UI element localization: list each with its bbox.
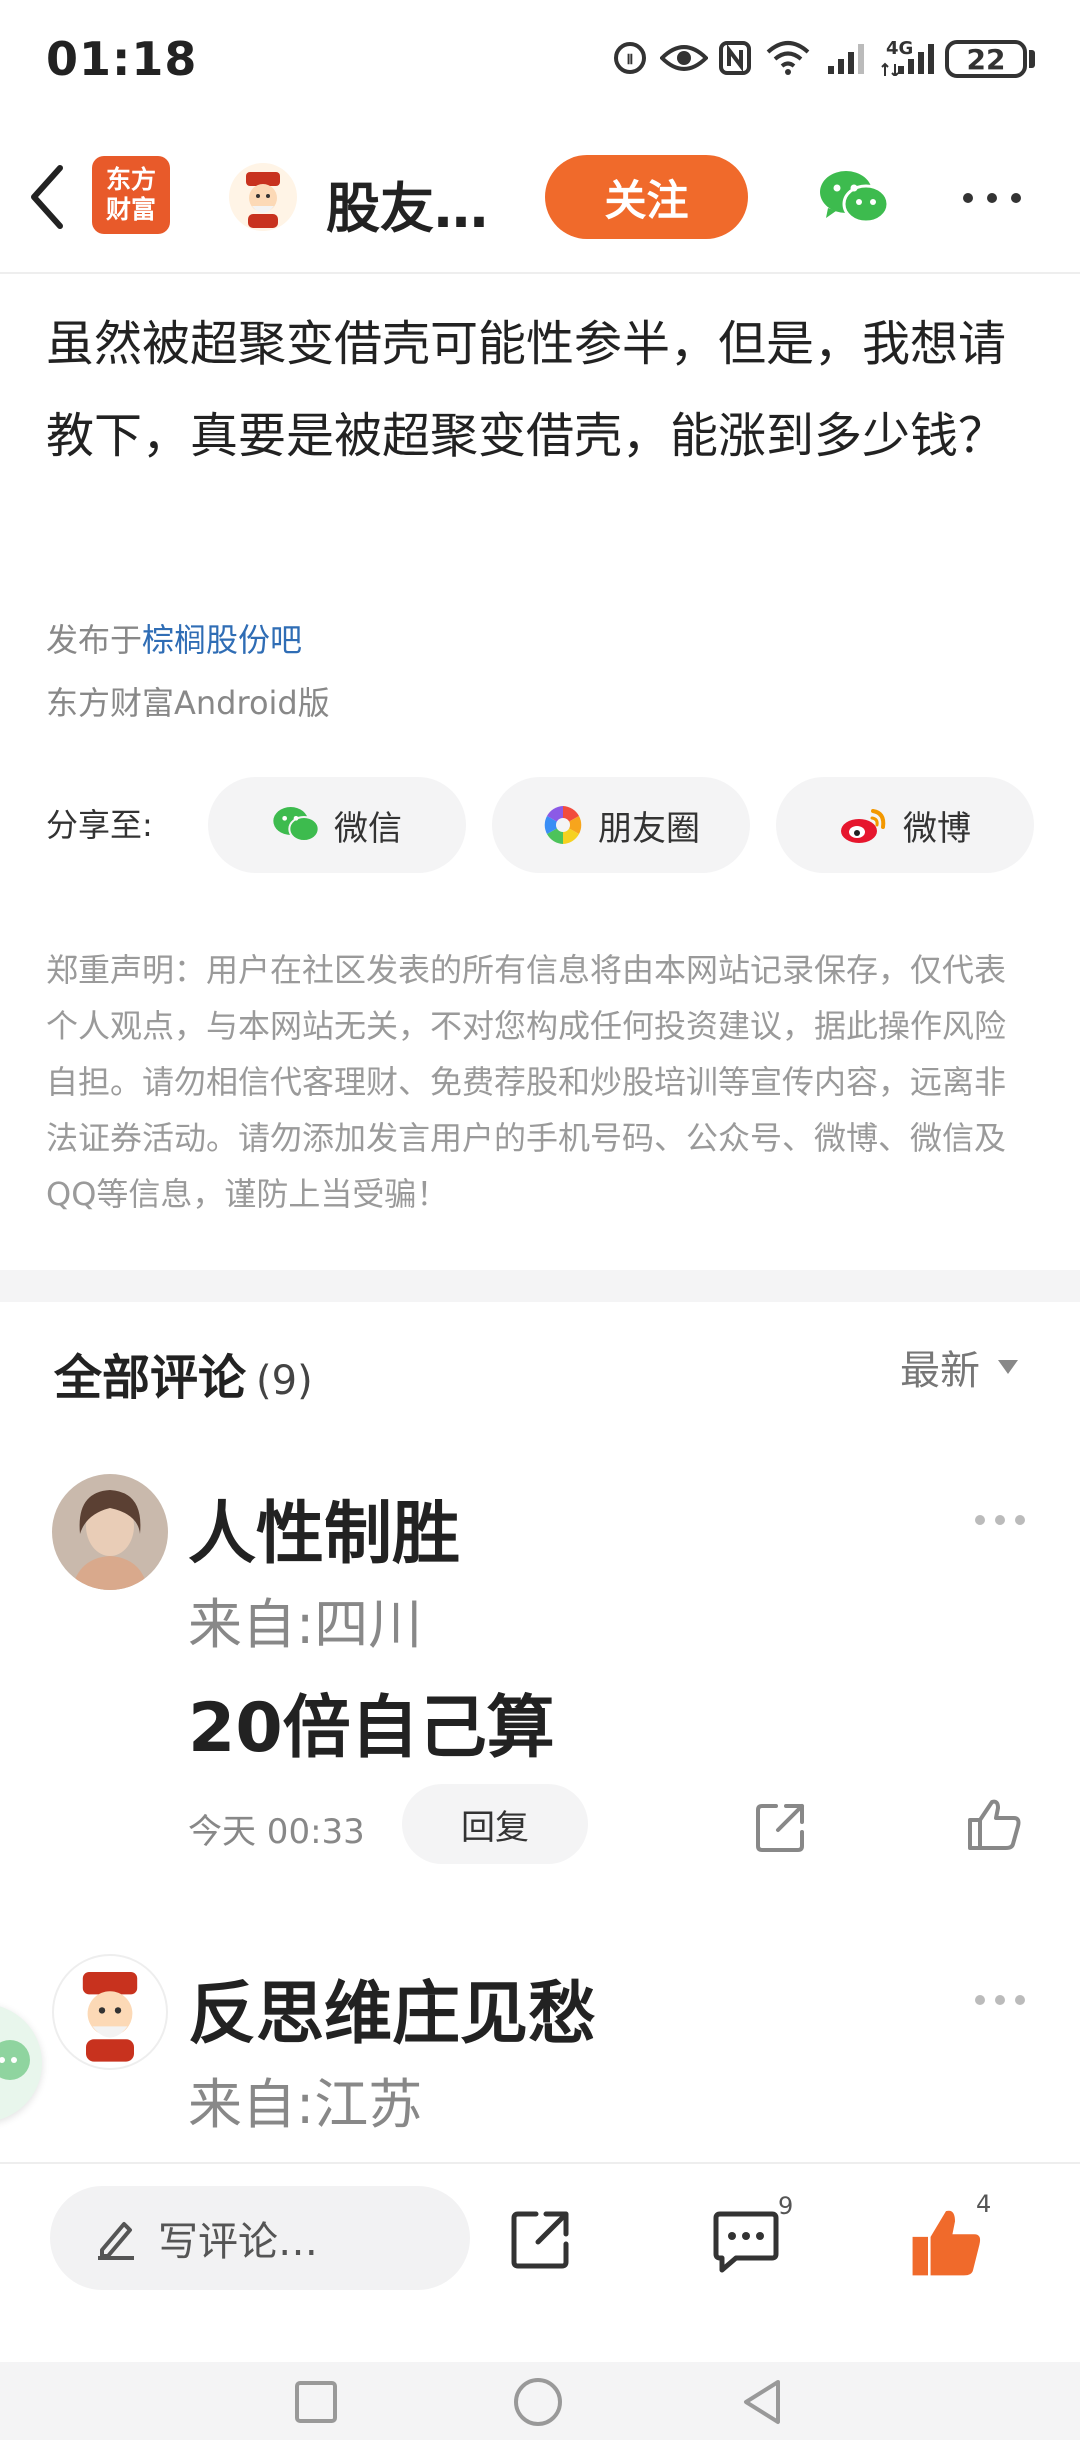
reply-button[interactable]: 回复 [402,1784,588,1864]
weibo-icon [841,809,886,843]
home-circle-icon[interactable] [512,2376,564,2428]
more-options-icon[interactable] [960,190,1024,206]
share-weibo-button[interactable]: 微博 [776,777,1034,873]
logo-line-2: 财富 [105,195,156,224]
share-comment-icon[interactable] [754,1800,808,1854]
battery-tip [1029,50,1035,68]
comments-header: 全部评论 (9) [54,1338,313,1408]
sort-label: 最新 [900,1348,980,1394]
moments-icon [544,806,582,844]
share-wechat-button[interactable]: 微信 [208,777,466,873]
like-count-badge: 4 [976,2190,992,2218]
signal-2-icon [898,44,934,74]
comment-placeholder: 写评论… [158,2219,318,2265]
battery-indicator: 22 [945,40,1027,78]
published-prefix: 发布于 [46,621,143,659]
write-comment-input[interactable]: 写评论… [50,2186,470,2290]
signal-1-icon [828,44,864,74]
battery-level: 22 [966,42,1006,76]
comment-author[interactable]: 反思维庄见愁 [188,1958,596,2057]
comment-time: 今天 00:33 [188,1812,365,1852]
user-avatar-caishen-icon [55,1957,165,2067]
forum-link[interactable]: 棕榈股份吧 [142,621,302,659]
wechat-icon [273,807,320,842]
share-wechat-label: 微信 [334,808,402,849]
follow-button[interactable]: 关注 [545,155,748,239]
chat-bubble-icon [0,2040,30,2080]
share-icon[interactable] [510,2208,572,2270]
post-content: 虽然被超聚变借壳可能性参半，但是，我想请教下，真要是被超聚变借壳，能涨到多少钱？ [46,316,1007,464]
app-logo[interactable]: 东方 财富 [92,156,170,234]
header-title[interactable]: 股友… [326,164,488,243]
wifi-icon [766,41,810,75]
comment-text: 20倍自己算 [188,1689,555,1768]
status-bar: 01:18 Ⅱ 4G 22 [0,0,1080,120]
section-divider [0,1270,1080,1302]
comment-author[interactable]: 人性制胜 [188,1478,460,1577]
share-moments-label: 朋友圈 [598,808,700,849]
share-weibo-label: 微博 [903,808,971,849]
comment-location: 来自:四川 [188,1593,423,1656]
comment-more-icon[interactable] [974,1514,1026,1526]
comments-icon[interactable] [712,2210,780,2274]
status-time: 01:18 [46,32,198,86]
disclaimer-text: 郑重声明：用户在社区发表的所有信息将由本网站记录保存，仅代表个人观点，与本网站无… [46,951,1007,1213]
logo-line-1: 东方 [105,165,156,194]
nfc-icon [719,41,751,75]
recents-square-icon[interactable] [294,2380,338,2424]
comment-avatar[interactable] [52,1954,168,2070]
floating-chat-bubble[interactable] [0,2004,42,2122]
post-client: 东方财富Android版 [46,684,330,722]
dropdown-triangle-icon [998,1360,1018,1374]
user-photo-icon [52,1474,168,1590]
share-moments-button[interactable]: 朋友圈 [492,777,750,873]
svg-text:Ⅱ: Ⅱ [627,51,634,67]
user-avatar-caishen-icon[interactable] [228,162,298,232]
like-comment-icon[interactable] [966,1796,1022,1852]
published-in: 发布于棕榈股份吧 [46,615,302,661]
eye-icon [660,45,708,71]
back-arrow-icon[interactable] [24,162,68,232]
alarm-icon: Ⅱ [614,42,646,74]
comments-count: (9) [256,1358,313,1404]
share-label: 分享至: [46,806,153,844]
sort-dropdown[interactable]: 最新 [900,1338,1018,1396]
comments-title: 全部评论 [54,1350,247,1406]
comment-count-badge: 9 [778,2192,794,2220]
like-icon[interactable] [910,2206,982,2278]
comment-avatar[interactable] [52,1474,168,1590]
comment-location: 来自:江苏 [188,2073,423,2136]
back-triangle-icon[interactable] [740,2378,784,2426]
wechat-share-icon[interactable] [818,168,890,228]
comment-more-icon[interactable] [974,1994,1026,2006]
pencil-icon [98,2222,134,2260]
